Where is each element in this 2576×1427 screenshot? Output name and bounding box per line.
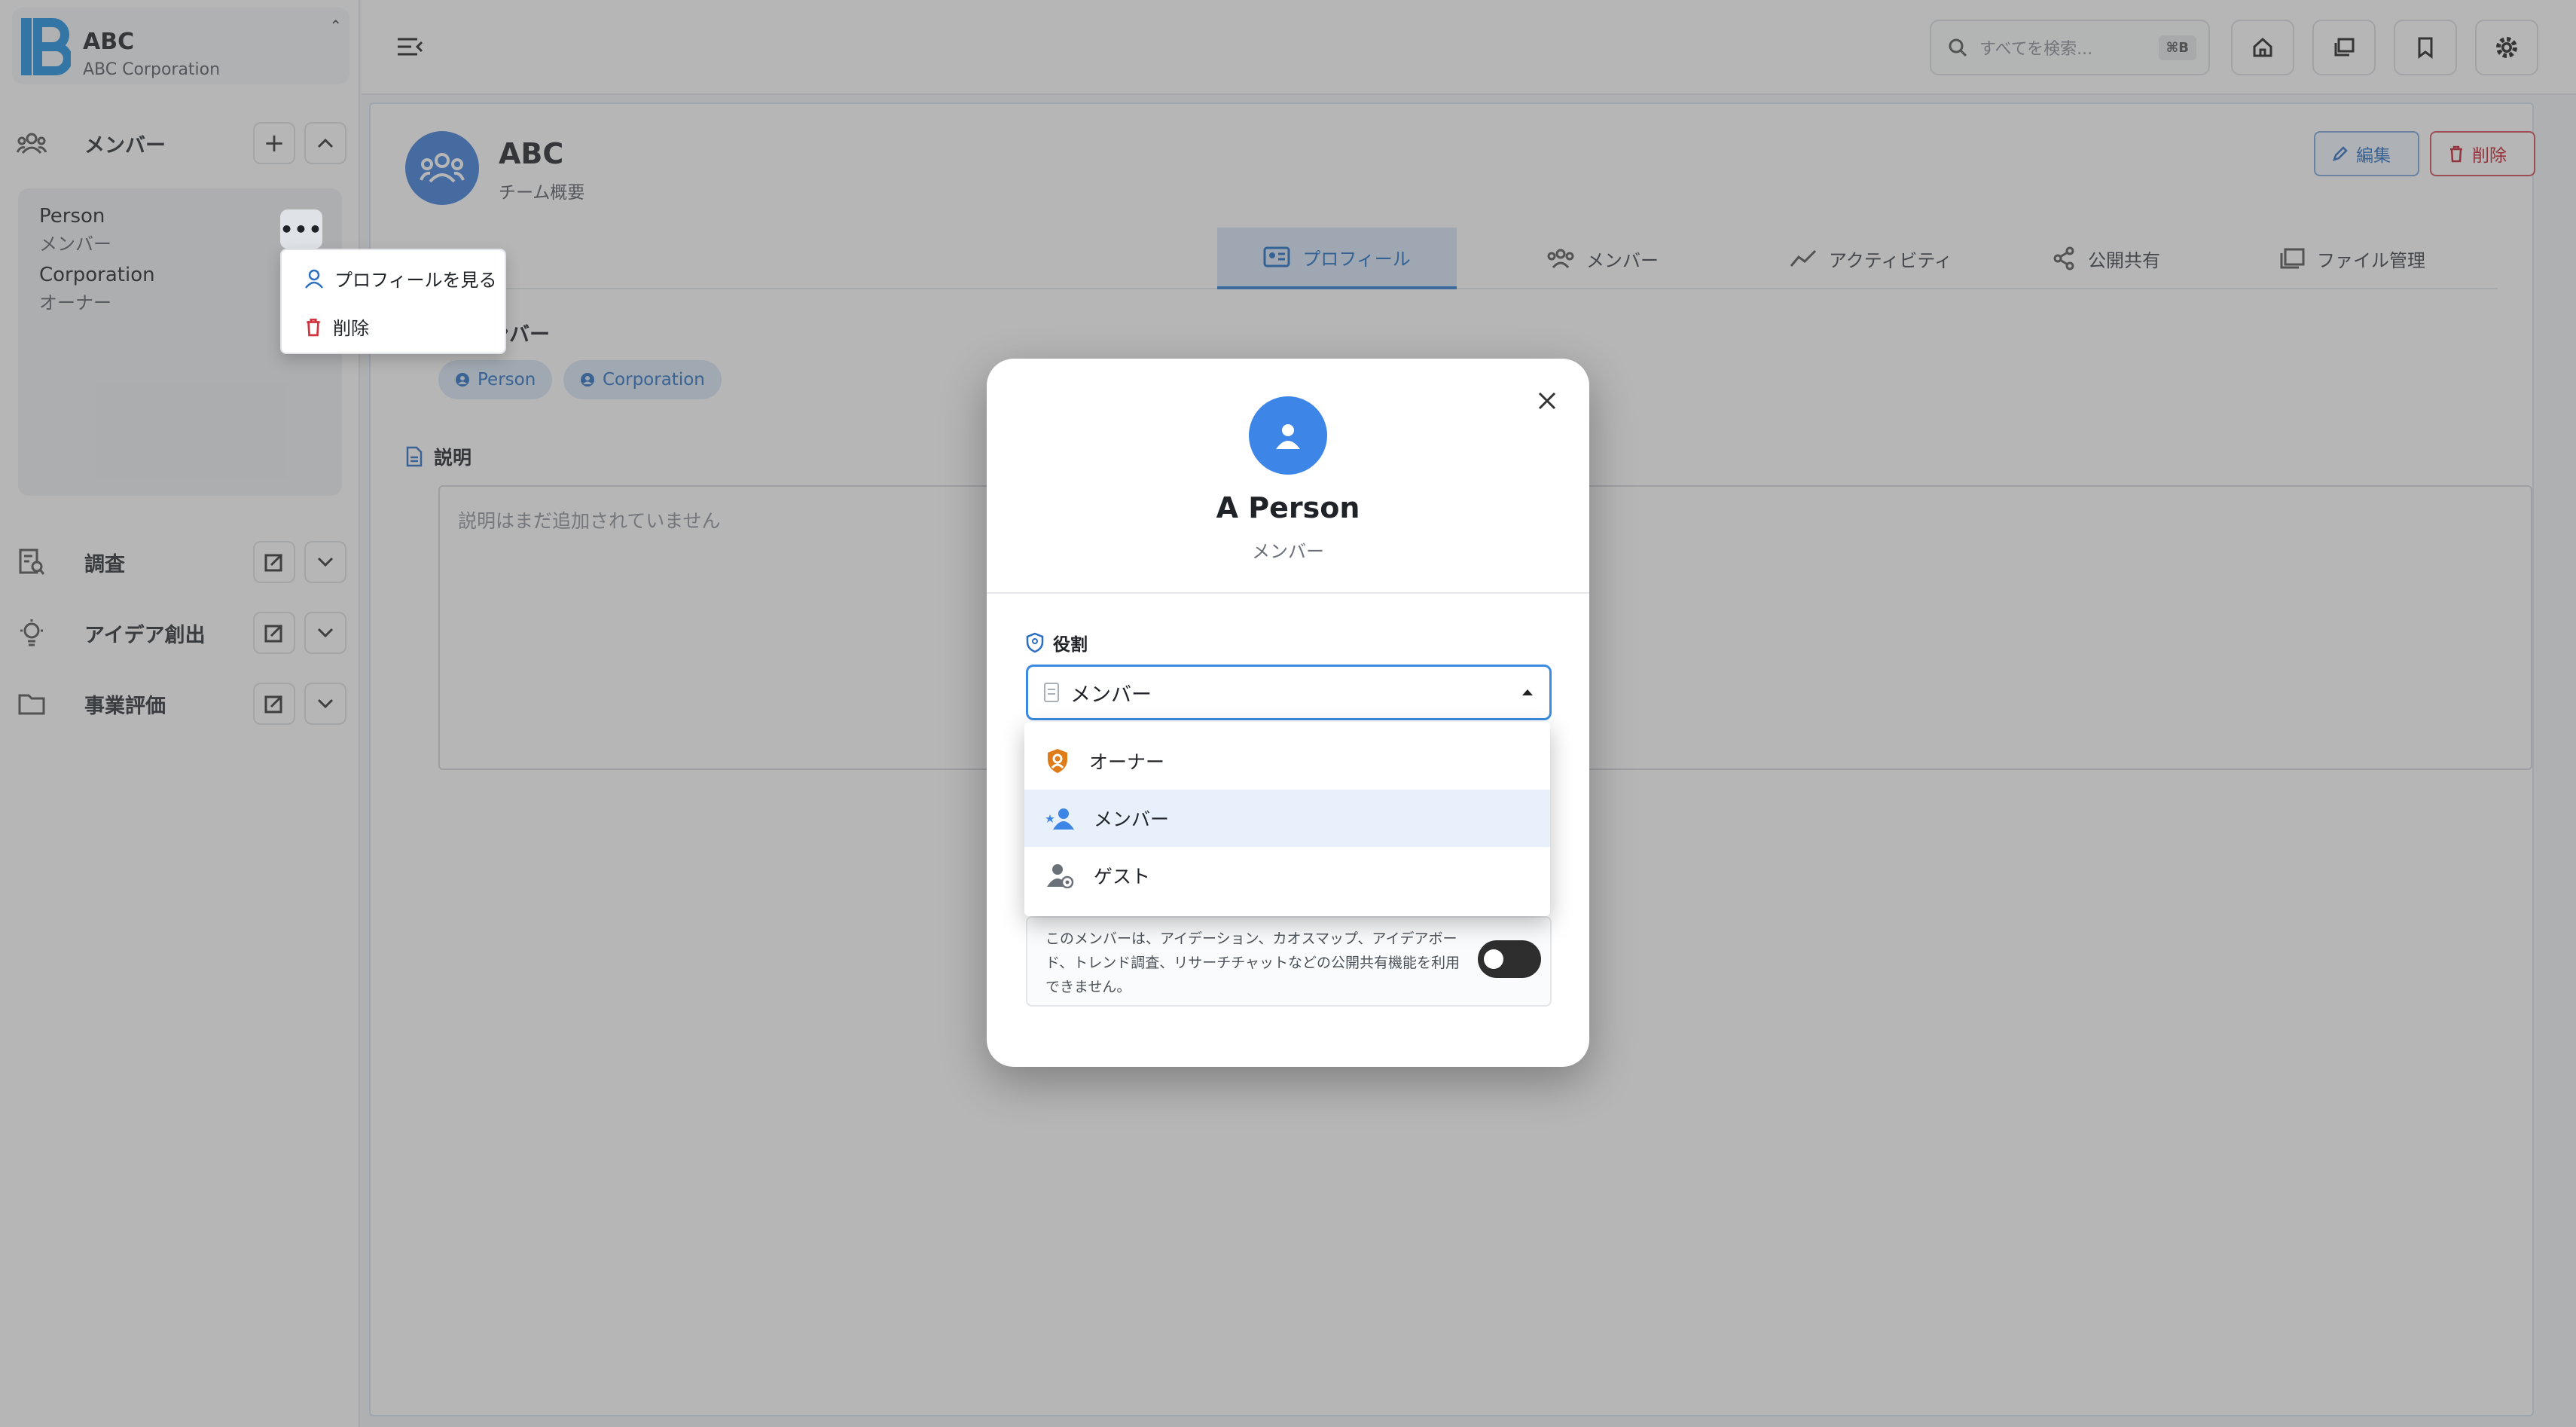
role-option-label: オーナー [1089,751,1165,773]
role-select-value: メンバー [1070,683,1152,707]
role-option-owner[interactable]: オーナー [1024,732,1550,790]
role-label-text: 役割 [1053,635,1088,655]
member-more-button[interactable]: ••• [280,209,322,249]
role-option-guest[interactable]: ゲスト [1024,847,1550,904]
member-star-icon [1045,808,1074,830]
permission-description: このメンバーは、アイデーション、カオスマップ、アイデアボード、トレンド調査、リサ… [1045,930,1460,995]
user-icon [1276,424,1300,449]
member-context-menu: プロフィールを見る 削除 [280,249,506,354]
menu-item-view-profile[interactable]: プロフィールを見る [304,265,497,292]
owner-shield-icon [1048,749,1067,773]
divider [987,592,1589,594]
member-profile-dialog: A Person メンバー 役割 メンバー このメンバーは、アイデーション、カオ… [987,359,1589,1067]
role-option-label: ゲスト [1094,866,1151,888]
badge-icon [1044,683,1059,702]
role-option-member[interactable]: メンバー [1024,790,1550,847]
trash-icon [307,318,320,336]
public-share-permission: このメンバーは、アイデーション、カオスマップ、アイデアボード、トレンド調査、リサ… [1026,916,1552,1007]
shield-icon [1026,632,1044,653]
menu-item-delete[interactable]: 削除 [304,313,369,340]
role-select[interactable]: メンバー [1026,665,1552,720]
guest-icon [1047,864,1074,888]
role-dropdown-menu: オーナー メンバー ゲスト [1024,722,1550,916]
member-name: A Person [1216,491,1360,524]
close-icon[interactable] [1534,387,1561,414]
caret-up-icon [1522,689,1533,695]
user-icon [305,269,323,289]
avatar [1249,396,1327,475]
public-share-toggle[interactable] [1478,940,1541,978]
menu-item-label: プロフィールを見る [334,270,497,291]
role-option-label: メンバー [1094,808,1170,830]
menu-item-label: 削除 [333,318,369,339]
role-label: 役割 [1026,630,1088,655]
member-role: メンバー [1252,541,1324,562]
